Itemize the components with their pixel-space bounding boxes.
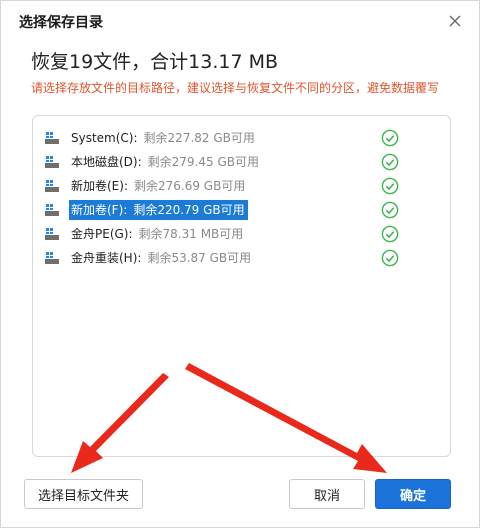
drive-label: System(C): 剩余227.82 GB可用 (69, 128, 258, 148)
drive-label: 金舟PE(G): 剩余78.31 MB可用 (69, 224, 246, 244)
drive-free-space: 剩余279.45 GB可用 (147, 155, 259, 169)
drive-item[interactable]: 新加卷(E): 剩余276.69 GB可用 (44, 176, 404, 196)
drive-name: 新加卷(F): (71, 203, 128, 217)
dialog-title: 选择保存目录 (19, 15, 103, 31)
windows-drive-icon (45, 132, 59, 144)
drive-free-space: 剩余53.87 GB可用 (147, 251, 252, 265)
check-circle-icon (381, 201, 399, 219)
drive-free-space: 剩余220.79 GB可用 (133, 203, 245, 217)
drive-label: 本地磁盘(D): 剩余279.45 GB可用 (69, 152, 262, 172)
windows-drive-icon (45, 180, 59, 192)
windows-drive-icon (45, 252, 59, 264)
ok-button[interactable]: 确定 (375, 479, 451, 509)
drive-name: 金舟PE(G): (71, 227, 133, 241)
drive-free-space: 剩余227.82 GB可用 (143, 131, 255, 145)
drive-name: System(C): (71, 131, 138, 145)
drive-item[interactable]: 金舟PE(G): 剩余78.31 MB可用 (44, 224, 404, 244)
drive-label: 金舟重装(H): 剩余53.87 GB可用 (69, 248, 254, 268)
drive-item[interactable]: System(C): 剩余227.82 GB可用 (44, 128, 404, 148)
close-button[interactable] (441, 7, 469, 35)
drive-name: 新加卷(E): (71, 179, 128, 193)
close-icon (449, 15, 461, 27)
check-circle-icon (381, 153, 399, 171)
check-circle-icon (381, 177, 399, 195)
windows-drive-icon (45, 204, 59, 216)
check-circle-icon (381, 249, 399, 267)
drive-name: 金舟重装(H): (71, 251, 142, 265)
warning-hint: 请选择存放文件的目标路径，建议选择与恢复文件不同的分区，避免数据覆写 (31, 81, 440, 95)
drive-item[interactable]: 金舟重装(H): 剩余53.87 GB可用 (44, 248, 404, 268)
windows-drive-icon (45, 156, 59, 168)
drive-item[interactable]: 新加卷(F): 剩余220.79 GB可用 (44, 200, 404, 220)
drive-label: 新加卷(F): 剩余220.79 GB可用 (69, 200, 248, 220)
recover-summary: 恢复19文件，合计13.17 MB (31, 51, 279, 73)
drive-free-space: 剩余276.69 GB可用 (134, 179, 246, 193)
drive-free-space: 剩余78.31 MB可用 (138, 227, 244, 241)
windows-drive-icon (45, 228, 59, 240)
title-bar: 选择保存目录 (1, 1, 479, 41)
check-circle-icon (381, 129, 399, 147)
check-circle-icon (381, 225, 399, 243)
drive-label: 新加卷(E): 剩余276.69 GB可用 (69, 176, 248, 196)
choose-target-folder-button[interactable]: 选择目标文件夹 (24, 479, 143, 509)
drive-name: 本地磁盘(D): (71, 155, 142, 169)
cancel-button[interactable]: 取消 (289, 479, 365, 509)
save-directory-dialog: 选择保存目录 恢复19文件，合计13.17 MB 请选择存放文件的目标路径，建议… (0, 0, 480, 528)
drive-item[interactable]: 本地磁盘(D): 剩余279.45 GB可用 (44, 152, 404, 172)
